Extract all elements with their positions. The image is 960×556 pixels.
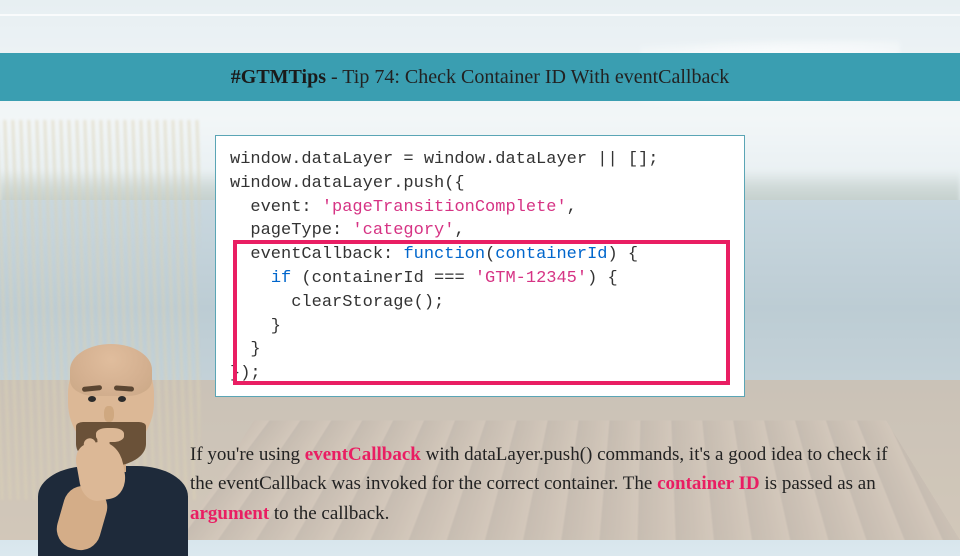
code-line-1: window.dataLayer = window.dataLayer || [… (230, 148, 730, 172)
desc-text-3: is passed as an (760, 473, 876, 494)
description-paragraph: If you're using eventCallback with dataL… (190, 440, 900, 528)
code-line-7: clearStorage(); (230, 291, 730, 315)
hashtag-label: #GTMTips (231, 66, 326, 88)
presenter-avatar (20, 330, 200, 540)
title-separator: - (326, 66, 342, 88)
code-line-3: event: 'pageTransitionComplete', (230, 196, 730, 220)
title-bar: #GTMTips - Tip 74: Check Container ID Wi… (0, 53, 960, 101)
code-line-8: } (230, 315, 730, 339)
top-edge-line (0, 14, 960, 16)
desc-emphasis-argument: argument (190, 503, 269, 524)
code-line-6: if (containerId === 'GTM-12345') { (230, 267, 730, 291)
desc-emphasis-container-id: container ID (657, 473, 760, 494)
code-line-2: window.dataLayer.push({ (230, 172, 730, 196)
avatar-finger-2 (97, 432, 111, 467)
code-line-10: }); (230, 362, 730, 386)
avatar-eye-left (88, 396, 96, 402)
desc-emphasis-eventcallback: eventCallback (305, 444, 421, 465)
desc-text-1: If you're using (190, 444, 305, 465)
avatar-nose (104, 406, 114, 422)
desc-text-4: to the callback. (269, 503, 389, 524)
avatar-eye-right (118, 396, 126, 402)
code-line-4: pageType: 'category', (230, 219, 730, 243)
code-line-5: eventCallback: function(containerId) { (230, 243, 730, 267)
code-line-9: } (230, 338, 730, 362)
code-snippet-box: window.dataLayer = window.dataLayer || [… (215, 135, 745, 397)
tip-title: Tip 74: Check Container ID With eventCal… (342, 66, 729, 88)
